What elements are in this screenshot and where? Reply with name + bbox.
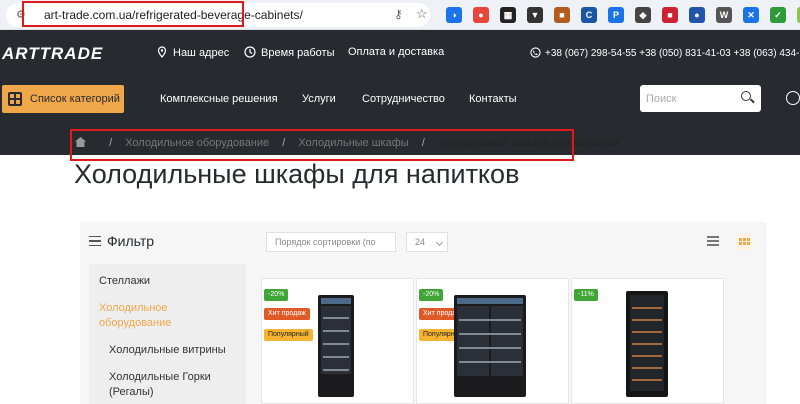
filter-item-display-cases[interactable]: Холодильные витрины <box>109 343 244 358</box>
per-page-select[interactable]: 24 <box>406 232 448 252</box>
breadcrumb-current: Холодильные шкафы для напитков <box>437 137 620 149</box>
user-account-icon[interactable] <box>786 91 800 105</box>
breadcrumb-refrigerated-cabinets[interactable]: Холодильные шкафы <box>298 137 408 149</box>
nav-cooperation[interactable]: Сотрудничество <box>362 93 445 105</box>
ext-8-icon[interactable]: ◆ <box>635 7 651 23</box>
breadcrumb-separator: / <box>282 137 286 149</box>
ext-5-icon[interactable]: ■ <box>554 7 570 23</box>
product-image[interactable] <box>454 295 526 397</box>
search-input[interactable] <box>646 90 736 107</box>
discount-badge: -20% <box>264 289 289 301</box>
address-link-label: Наш адрес <box>173 47 230 59</box>
payment-delivery-link[interactable]: Оплата и доставка <box>348 46 444 58</box>
filter-item-refrigeration-equipment[interactable]: Холодильное оборудование <box>99 301 199 331</box>
list-view-icon[interactable] <box>707 236 719 246</box>
address-link[interactable]: Наш адрес <box>156 46 229 59</box>
bookmark-star-icon[interactable]: ☆ <box>416 6 428 22</box>
product-image[interactable] <box>626 291 668 397</box>
url-highlight-box <box>22 1 244 27</box>
phone-icon <box>530 47 541 58</box>
chevron-down-icon <box>435 238 444 247</box>
ext-11-icon[interactable]: W <box>716 7 732 23</box>
product-card[interactable]: -20% Хит продаж Популярный <box>416 278 569 404</box>
page-title: Холодильные шкафы для напитков <box>74 159 520 189</box>
hours-link-label: Время работы <box>261 47 335 59</box>
product-card[interactable]: -11% <box>571 278 724 404</box>
breadcrumb: / Холодильное оборудование / Холодильные… <box>75 137 629 149</box>
home-icon[interactable] <box>75 137 86 147</box>
filter-heading[interactable]: Фильтр <box>89 233 154 249</box>
password-key-icon[interactable]: ⚷ <box>394 7 403 21</box>
ext-7-icon[interactable]: P <box>608 7 624 23</box>
hours-link[interactable]: Время работы <box>244 46 335 59</box>
bestseller-badge: Хит продаж <box>264 308 310 320</box>
categories-button-label: Список категорий <box>30 93 120 105</box>
ext-9-icon[interactable]: ■ <box>662 7 678 23</box>
map-pin-icon <box>157 46 167 58</box>
ext-2-icon[interactable]: ● <box>473 7 489 23</box>
breadcrumb-refrigeration-equipment[interactable]: Холодильное оборудование <box>125 137 269 149</box>
popular-badge: Популярный <box>264 329 313 341</box>
ext-13-icon[interactable]: ✓ <box>770 7 786 23</box>
ext-3-icon[interactable]: ▦ <box>500 7 516 23</box>
ext-4-icon[interactable]: ▼ <box>527 7 543 23</box>
browser-toolbar: ⚙ art-trade.com.ua/refrigerated-beverage… <box>0 0 800 30</box>
search-icon[interactable] <box>741 91 751 101</box>
site-logo[interactable]: ARTTRADE <box>2 44 103 64</box>
product-image[interactable] <box>318 295 354 397</box>
discount-badge: -20% <box>419 289 444 301</box>
sort-order-select[interactable]: Порядок сортировки (по <box>266 232 396 252</box>
categories-button[interactable]: Список категорий <box>2 85 124 113</box>
nav-complex-solutions[interactable]: Комплексные решения <box>160 93 278 105</box>
phone-numbers-text: +38 (067) 298-54-55 +38 (050) 831-41-03 … <box>545 48 800 59</box>
search-box <box>640 85 761 112</box>
plus-square-icon <box>8 92 22 106</box>
ext-12-icon[interactable]: ✕ <box>743 7 759 23</box>
filter-panel: Стеллажи Холодильное оборудование Холоди… <box>89 264 246 404</box>
filter-title-label: Фильтр <box>107 233 155 249</box>
product-card[interactable]: -20% Хит продаж Популярный <box>261 278 414 404</box>
grid-view-icon[interactable] <box>735 234 753 250</box>
extensions-row: ◑●▦▼■CP◆■●W✕✓US <box>446 7 800 23</box>
sort-order-value: Порядок сортировки (по <box>275 237 376 247</box>
ext-10-icon[interactable]: ● <box>689 7 705 23</box>
ext-6-icon[interactable]: C <box>581 7 597 23</box>
phone-numbers[interactable]: +38 (067) 298-54-55 +38 (050) 831-41-03 … <box>530 47 800 59</box>
discount-badge: -11% <box>574 289 598 301</box>
nav-services[interactable]: Услуги <box>302 93 336 105</box>
nav-contacts[interactable]: Контакты <box>469 93 517 105</box>
filter-item-refrigerated-racks[interactable]: Холодильные Горки (Регалы) <box>109 370 229 400</box>
filter-item-shelving[interactable]: Стеллажи <box>99 274 239 289</box>
filter-sliders-icon <box>89 236 101 246</box>
breadcrumb-separator: / <box>421 137 425 149</box>
clock-icon <box>244 46 256 58</box>
ext-1-icon[interactable]: ◑ <box>446 7 462 23</box>
breadcrumb-separator: / <box>109 137 113 149</box>
per-page-value: 24 <box>415 237 426 247</box>
